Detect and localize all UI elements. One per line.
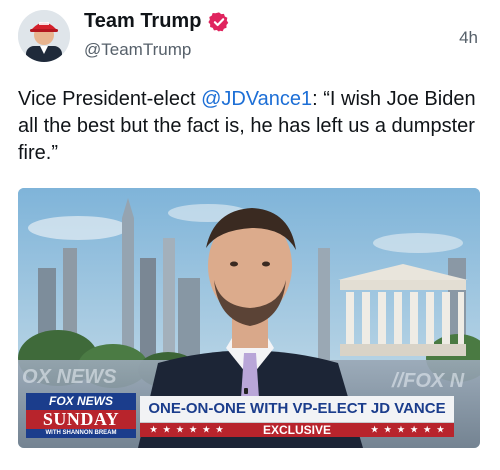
- tweet-text-before: Vice President-elect: [18, 88, 202, 110]
- avatar[interactable]: [18, 10, 70, 62]
- network-logo-middle: SUNDAY: [26, 410, 136, 429]
- exclusive-bar: ★★★★★★ EXCLUSIVE ★★★★★★: [140, 423, 454, 437]
- background-wall-text-left: OX NEWS: [22, 366, 117, 388]
- network-logo-top: FOX NEWS: [26, 393, 136, 410]
- avatar-image: [18, 10, 70, 62]
- author-name[interactable]: Team Trump: [84, 10, 201, 33]
- star-decoration-left-icon: ★★★★★★: [150, 425, 230, 434]
- network-logo-bottom: WITH SHANNON BREAM: [26, 429, 136, 438]
- network-logo: FOX NEWS SUNDAY WITH SHANNON BREAM: [26, 393, 136, 438]
- background-wall-text-right: //FOX N: [392, 370, 465, 392]
- mention-link[interactable]: @JDVance1: [201, 88, 312, 110]
- exclusive-label: EXCLUSIVE: [262, 423, 331, 437]
- author-handle[interactable]: @TeamTrump: [84, 40, 191, 60]
- author-row: Team Trump: [84, 10, 230, 33]
- post-time[interactable]: 4h: [459, 28, 478, 48]
- headline-banner: ONE-ON-ONE WITH VP-ELECT JD VANCE: [140, 396, 454, 423]
- verified-badge-icon: [208, 11, 229, 32]
- star-decoration-right-icon: ★★★★★★: [370, 425, 450, 434]
- tweet-text: Vice President-elect @JDVance1: “I wish …: [18, 86, 478, 167]
